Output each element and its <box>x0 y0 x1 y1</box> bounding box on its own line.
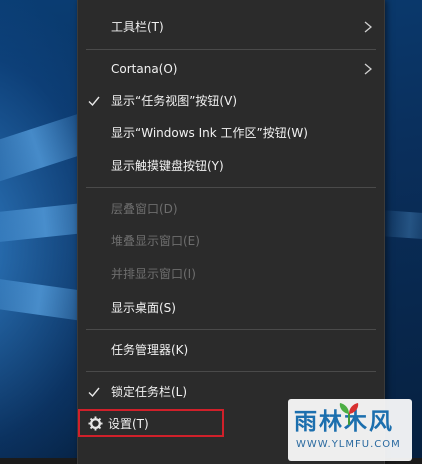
menu-item-show-windows-ink[interactable]: 显示“Windows Ink 工作区”按钮(W) <box>78 118 384 148</box>
menu-item-label: 显示桌面(S) <box>111 301 176 315</box>
menu-item-cortana[interactable]: Cortana(O) <box>78 54 384 84</box>
settings-highlight-box <box>78 409 224 437</box>
chevron-right-icon <box>364 63 372 75</box>
checkmark-icon <box>88 387 100 398</box>
menu-item-label: 显示“Windows Ink 工作区”按钮(W) <box>111 126 308 140</box>
menu-item-show-touch-keyboard[interactable]: 显示触摸键盘按钮(Y) <box>78 151 384 181</box>
menu-item-label: 任务管理器(K) <box>111 343 189 357</box>
menu-item-toolbars[interactable]: 工具栏(T) <box>78 12 384 42</box>
menu-item-side-by-side[interactable]: 并排显示窗口(I) <box>78 259 384 289</box>
wallpaper-light-ray <box>379 210 422 241</box>
menu-item-label: 显示“任务视图”按钮(V) <box>111 94 238 108</box>
watermark-url: WWW.YLMFU.COM <box>296 439 401 450</box>
menu-separator <box>86 187 376 188</box>
menu-item-stack-windows[interactable]: 堆叠显示窗口(E) <box>78 226 384 256</box>
menu-item-task-manager[interactable]: 任务管理器(K) <box>78 335 384 365</box>
taskbar-context-menu: 工具栏(T) Cortana(O) 显示“任务视图”按钮(V) 显示“Windo… <box>77 0 385 464</box>
menu-item-show-desktop[interactable]: 显示桌面(S) <box>78 293 384 323</box>
menu-item-label: Cortana(O) <box>111 62 178 76</box>
menu-item-label: 层叠窗口(D) <box>111 202 178 216</box>
site-watermark: 雨林木风 WWW.YLMFU.COM <box>288 399 412 461</box>
menu-item-cascade-windows[interactable]: 层叠窗口(D) <box>78 194 384 224</box>
menu-item-show-task-view[interactable]: 显示“任务视图”按钮(V) <box>78 86 384 116</box>
menu-separator <box>86 329 376 330</box>
menu-separator <box>86 371 376 372</box>
menu-item-label: 锁定任务栏(L) <box>111 385 188 399</box>
menu-item-label: 显示触摸键盘按钮(Y) <box>111 159 224 173</box>
menu-separator <box>86 49 376 50</box>
chevron-right-icon <box>364 21 372 33</box>
leaf-icon <box>339 403 359 425</box>
checkmark-icon <box>88 96 100 107</box>
menu-item-label: 并排显示窗口(I) <box>111 267 196 281</box>
menu-item-label: 工具栏(T) <box>111 20 164 34</box>
menu-item-label: 堆叠显示窗口(E) <box>111 234 200 248</box>
